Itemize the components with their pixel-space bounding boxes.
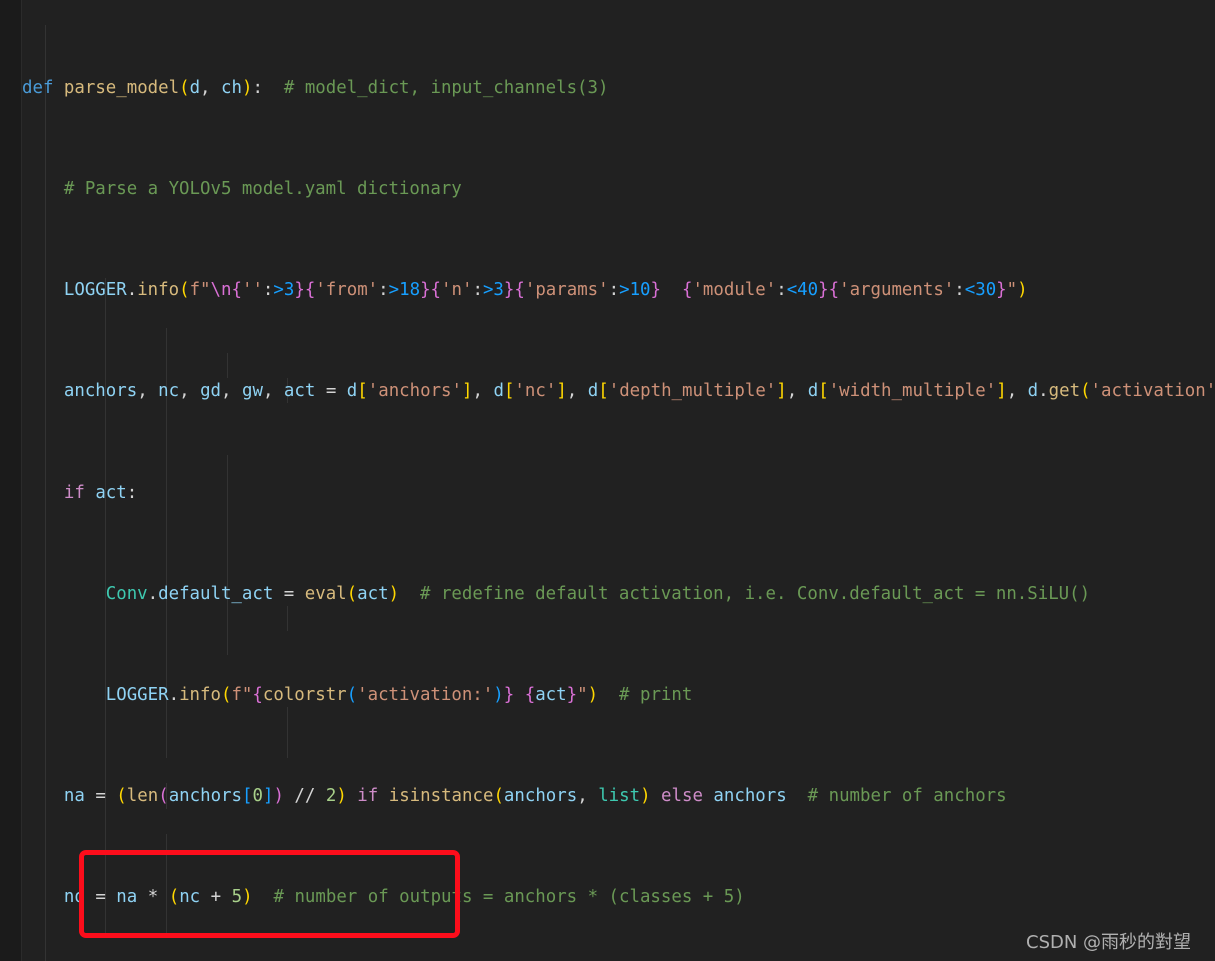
code-line: anchors, nc, gd, gw, act = d['anchors'],…	[63, 381, 1215, 402]
code-line: LOGGER.info(f"{colorstr('activation:')} …	[105, 685, 693, 706]
csdn-watermark: CSDN @雨秒的對望	[1026, 932, 1192, 953]
code-line: if act:	[63, 482, 138, 503]
code-line: def parse_model(d, ch): # model_dict, in…	[22, 77, 609, 98]
code-line: na = (len(anchors[0]) // 2) if isinstanc…	[63, 786, 1007, 807]
code-content[interactable]: def parse_model(d, ch): # model_dict, in…	[0, 0, 1215, 961]
code-editor[interactable]: def parse_model(d, ch): # model_dict, in…	[0, 0, 1215, 961]
code-line: Conv.default_act = eval(act) # redefine …	[105, 583, 1091, 604]
code-line: # Parse a YOLOv5 model.yaml dictionary	[63, 179, 462, 200]
code-line: no = na * (nc + 5) # number of outputs =…	[63, 887, 745, 908]
code-line: LOGGER.info(f"\n{'':>3}{'from':>18}{'n':…	[63, 280, 1028, 301]
